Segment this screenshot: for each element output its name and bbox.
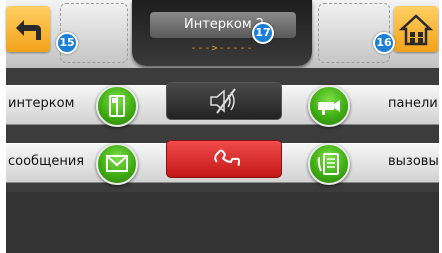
messages-label: сообщения [8,154,85,169]
title-plate: Интерком 2 --->----- [132,0,312,66]
call-log-icon [317,153,339,175]
back-arrow-icon [16,20,41,40]
envelope-icon [106,155,128,172]
intercom-label: интерком [8,96,75,111]
home-button[interactable] [394,6,438,52]
intercom-screen: 15 16 Интерком 2 --->----- 17 интерком п… [0,0,442,253]
panel-bottom [6,192,439,253]
home-icon [398,14,434,46]
panels-label: панели [388,96,438,111]
camera-icon [318,100,340,115]
calls-label: вызовы [388,154,439,169]
main-panel: интерком панели сообщения вызовы [6,68,439,253]
end-call-button[interactable] [166,140,282,178]
messages-button[interactable] [96,143,138,185]
back-button[interactable] [6,6,50,52]
callout-badge-back: 15 [56,32,78,54]
panels-button[interactable] [308,85,350,127]
callout-badge-home: 16 [373,32,395,54]
mute-button[interactable] [166,82,282,120]
title-indicator: --->----- [190,43,254,54]
callout-badge-title: 17 [252,22,274,44]
phone-handset-icon [214,149,241,166]
intercom-icon [109,95,125,117]
intercom-button[interactable] [96,85,138,127]
speaker-mute-icon [210,88,236,114]
calls-button[interactable] [308,143,350,185]
page-title: Интерком 2 [150,12,296,38]
